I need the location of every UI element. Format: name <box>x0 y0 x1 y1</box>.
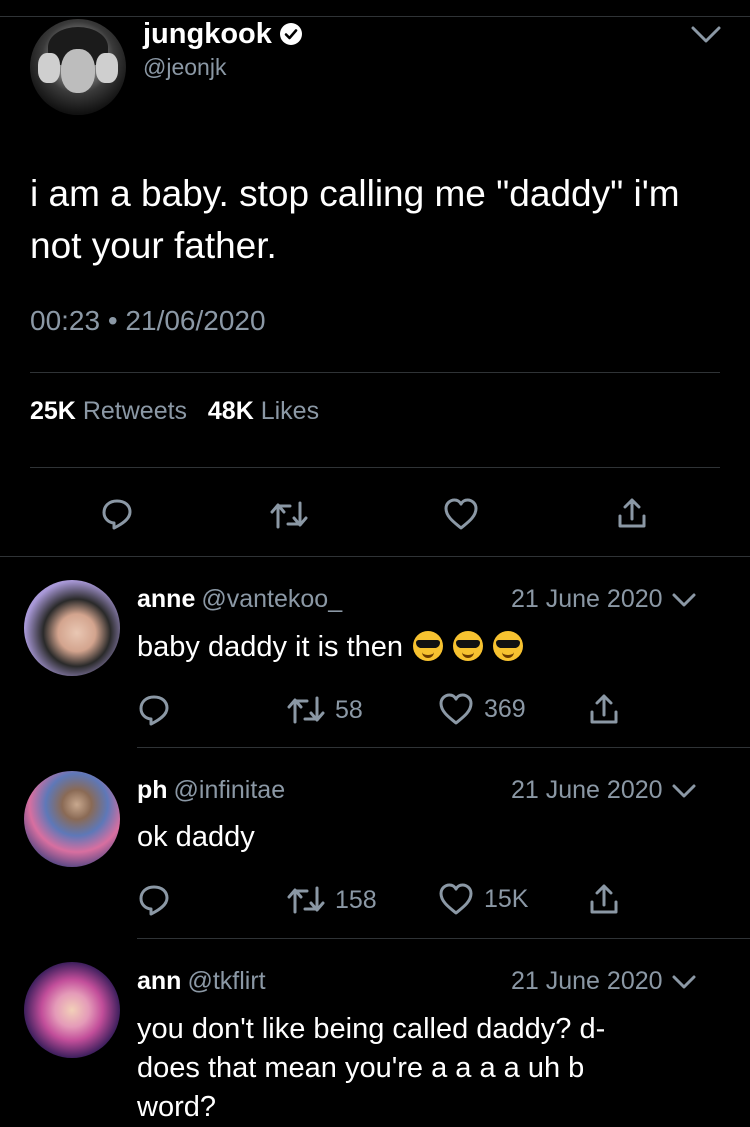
retweet-icon <box>287 886 325 914</box>
reply-header: ann @tkflirt <box>137 967 266 996</box>
reply-author-name[interactable]: anne <box>137 585 195 613</box>
chevron-down-icon[interactable] <box>671 782 697 800</box>
reply-author-handle[interactable]: @vantekoo_ <box>201 585 342 613</box>
divider <box>30 372 720 373</box>
reply-author-name[interactable]: ph <box>137 776 168 804</box>
likes-stat[interactable]: 48K Likes <box>208 397 319 425</box>
like-count: 369 <box>484 694 526 723</box>
tweet-timestamp[interactable]: 00:23 • 21/06/2020 <box>30 305 266 337</box>
retweet-icon <box>270 501 308 529</box>
avatar[interactable] <box>24 771 120 867</box>
retweet-icon <box>287 696 325 724</box>
retweet-button[interactable]: 58 <box>287 695 363 725</box>
reply-icon <box>102 499 132 530</box>
divider <box>30 467 720 468</box>
retweet-button[interactable]: 158 <box>287 885 377 915</box>
divider <box>137 938 750 939</box>
chevron-down-icon[interactable] <box>671 591 697 609</box>
reply-icon <box>139 885 169 916</box>
sunglasses-emoji <box>453 631 484 661</box>
author-name-label: jungkook <box>143 18 272 50</box>
like-button[interactable]: 15K <box>438 882 528 916</box>
chevron-down-icon[interactable] <box>690 24 722 51</box>
top-divider <box>0 16 750 17</box>
divider <box>137 747 750 748</box>
avatar[interactable] <box>24 580 120 676</box>
reply-author-handle[interactable]: @infinitae <box>174 776 286 804</box>
share-icon <box>590 694 618 724</box>
reply-date: 21 June 2020 <box>511 967 697 996</box>
avatar[interactable] <box>30 19 126 115</box>
share-icon <box>590 884 618 914</box>
heart-icon <box>439 693 473 725</box>
share-button[interactable] <box>617 496 647 530</box>
verified-badge-icon <box>279 23 302 45</box>
share-button[interactable] <box>589 692 619 726</box>
reply-button[interactable] <box>137 693 171 727</box>
share-button[interactable] <box>589 882 619 916</box>
divider <box>0 556 750 557</box>
chevron-down-icon[interactable] <box>671 973 697 991</box>
retweet-button[interactable] <box>270 500 308 530</box>
heart-icon <box>439 883 473 915</box>
author-handle[interactable]: @jeonjk <box>143 54 226 81</box>
tweet-stats: 25K Retweets 48K Likes <box>30 397 319 426</box>
like-button[interactable] <box>443 497 479 531</box>
reply-button[interactable] <box>100 497 134 531</box>
retweets-stat[interactable]: 25K Retweets <box>30 397 187 425</box>
heart-icon <box>444 498 478 530</box>
reply-header: ph @infinitae <box>137 776 285 805</box>
retweet-count: 58 <box>335 695 363 724</box>
reply-header: anne @vantekoo_ <box>137 585 342 614</box>
reply-author-name[interactable]: ann <box>137 967 181 995</box>
sunglasses-emoji <box>493 631 524 661</box>
reply-text: baby daddy it is then <box>137 628 717 667</box>
reply-button[interactable] <box>137 883 171 917</box>
sunglasses-emoji <box>413 631 444 661</box>
tweet-text: i am a baby. stop calling me "daddy" i'm… <box>30 173 680 266</box>
reply-text: ok daddy <box>137 821 255 853</box>
reply-icon <box>139 695 169 726</box>
reply-author-handle[interactable]: @tkflirt <box>187 967 265 995</box>
reply-text: you don't like being called daddy? d-doe… <box>137 1013 606 1123</box>
like-button[interactable]: 369 <box>438 692 526 726</box>
share-icon <box>618 498 646 528</box>
like-count: 15K <box>484 884 529 913</box>
avatar[interactable] <box>24 962 120 1058</box>
reply-date: 21 June 2020 <box>511 585 697 614</box>
reply-date: 21 June 2020 <box>511 776 697 805</box>
author-name[interactable]: jungkook <box>143 16 302 52</box>
retweet-count: 158 <box>335 885 377 914</box>
